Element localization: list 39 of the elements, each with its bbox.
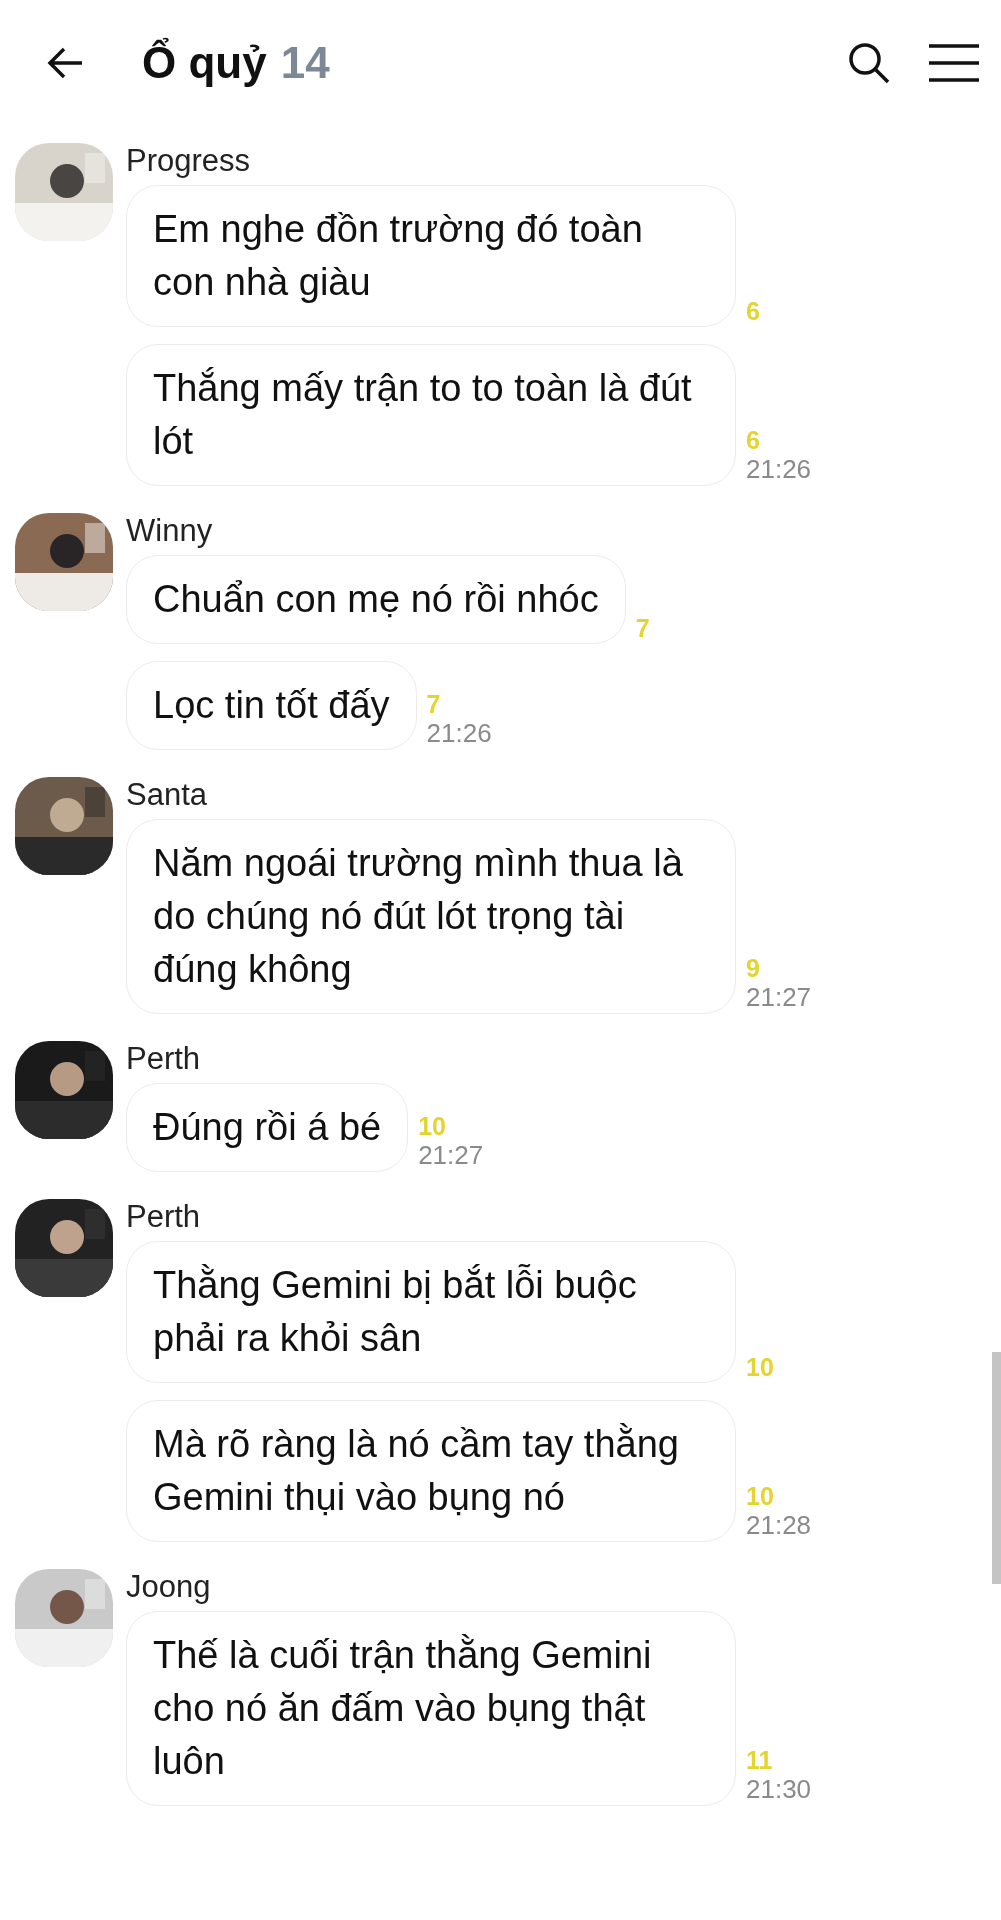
read-count: 11 [746, 1746, 774, 1774]
sender-name: Perth [126, 1199, 202, 1235]
message-bubble: Chuẩn con mẹ nó rồi nhóc [126, 555, 626, 644]
back-button[interactable] [46, 46, 84, 80]
read-count: 6 [746, 297, 760, 325]
sender-name: Winny [126, 513, 214, 549]
message-bubble: Thắng mấy trận to to toàn là đút lót [126, 344, 736, 486]
message-time: 21:26 [426, 718, 492, 748]
search-button[interactable] [847, 41, 891, 85]
read-count: 10 [418, 1112, 447, 1140]
read-count: 9 [746, 954, 761, 982]
read-count: 7 [635, 614, 650, 642]
message-bubble: Lọc tin tốt đấy [126, 661, 417, 750]
message-bubble: Năm ngoái trường mình thua là do chúng nó đút lót trọng tài đúng không [126, 819, 736, 1014]
menu-button[interactable] [929, 44, 979, 82]
message-bubble: Thằng Gemini bị bắt lỗi buộc phải ra khỏi sân [126, 1241, 736, 1383]
sender-name: Perth [126, 1041, 202, 1077]
read-count: 6 [746, 426, 761, 454]
scroll-bar[interactable] [992, 1352, 1001, 1584]
message-bubble: Đúng rồi á bé [126, 1083, 409, 1172]
sender-name: Joong [126, 1569, 212, 1605]
message-bubble: Thế là cuối trận thằng Gemini cho nó ăn đấm vào bụng thật luôn [126, 1611, 736, 1806]
sender-name: Progress [126, 143, 252, 179]
member-count: 14 [280, 38, 330, 88]
read-count: 10 [746, 1353, 774, 1381]
message-time: 21:26 [746, 454, 812, 484]
read-count: 10 [746, 1482, 775, 1510]
message-time: 21:30 [746, 1774, 812, 1804]
chat-title: Ổ quỷ [142, 38, 267, 88]
sender-name: Santa [126, 777, 208, 813]
back-arrow-icon [46, 46, 84, 80]
message-time: 21:27 [418, 1140, 484, 1170]
menu-icon [929, 44, 979, 82]
search-icon [847, 41, 891, 85]
message-bubble: Em nghe đồn trường đó toàn con nhà giàu [126, 185, 736, 327]
message-time: 21:27 [746, 982, 812, 1012]
read-count: 7 [426, 690, 442, 718]
message-time: 21:28 [746, 1510, 812, 1540]
message-bubble: Mà rõ ràng là nó cầm tay thằng Gemini thụi vào bụng nó [126, 1400, 736, 1542]
